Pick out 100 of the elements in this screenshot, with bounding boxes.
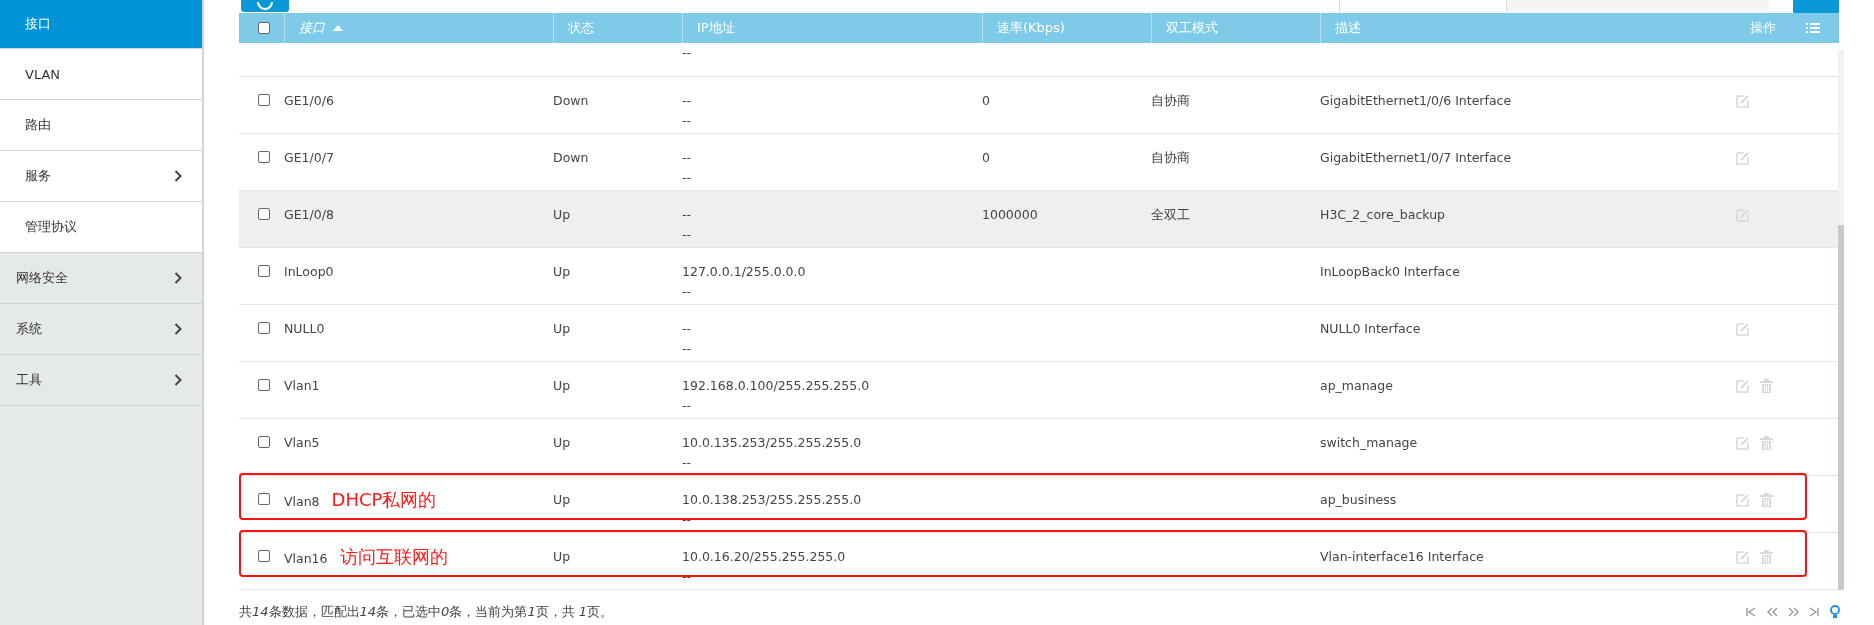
- ip-address: --: [682, 44, 693, 63]
- scrollbar[interactable]: [1838, 50, 1844, 590]
- table-row[interactable]: GE1/0/8 Up -- -- 1000000 全双工 H3C_2_core_backup: [239, 191, 1839, 249]
- last-page-icon[interactable]: [1809, 606, 1820, 617]
- sidebar-item[interactable]: VLAN: [0, 49, 202, 100]
- interface-name: Vlan16: [284, 550, 328, 569]
- edit-icon[interactable]: [1736, 379, 1750, 394]
- edit-icon[interactable]: [1736, 151, 1750, 166]
- status-text: Down: [553, 93, 589, 109]
- description-text: ap_business: [1320, 492, 1397, 508]
- table-row[interactable]: Vlan8 DHCP私网的 Up 10.0.138.253/255.255.255.0 -- ap_business: [239, 476, 1839, 534]
- ip-address: --: [682, 112, 693, 131]
- ip-address: --: [682, 149, 693, 168]
- ip-address: --: [682, 511, 693, 530]
- trash-icon[interactable]: [1760, 550, 1773, 565]
- edit-icon[interactable]: [1736, 436, 1750, 451]
- table-row[interactable]: InLoop0 Up 127.0.0.1/255.0.0.0 -- InLoopBack0 Interface: [239, 248, 1839, 306]
- ip-address: 10.0.135.253/255.255.255.0: [682, 434, 863, 453]
- chevron-right-icon: [174, 272, 182, 284]
- description-text: switch_manage: [1320, 435, 1418, 451]
- status-text: Up: [553, 207, 571, 223]
- status-text: Up: [553, 264, 571, 280]
- ip-address: --: [682, 320, 693, 339]
- trash-icon[interactable]: [1760, 379, 1773, 394]
- ip-address: --: [682, 340, 693, 359]
- speed-value: 0: [982, 150, 990, 166]
- row-checkbox[interactable]: [258, 550, 270, 563]
- duplex-mode: 全双工: [1151, 207, 1190, 223]
- table-row[interactable]: Vlan16 访问互联网的 Up 10.0.16.20/255.255.255.0 -- Vlan-interface16 Interface: [239, 533, 1839, 591]
- table-summary: 共14条数据，匹配出14条，已选中0条，当前为第1页，共 1页。: [239, 602, 614, 621]
- description-text: InLoopBack0 Interface: [1320, 264, 1460, 280]
- interface-name: Vlan5: [284, 434, 320, 453]
- status-text: Up: [553, 435, 571, 451]
- duplex-mode: 自协商: [1151, 150, 1190, 166]
- row-checkbox[interactable]: [258, 436, 270, 449]
- ip-address: --: [682, 169, 693, 188]
- ip-address: 10.0.138.253/255.255.255.0: [682, 491, 863, 510]
- previous-page-icon[interactable]: [1767, 606, 1778, 617]
- table-row[interactable]: NULL0 Up -- -- NULL0 Interface: [239, 305, 1839, 363]
- next-page-icon[interactable]: [1788, 606, 1799, 617]
- status-text: Down: [553, 150, 589, 166]
- trash-icon[interactable]: [1760, 436, 1773, 451]
- speed-value: 0: [982, 93, 990, 109]
- row-checkbox[interactable]: [258, 208, 270, 221]
- status-text: Up: [553, 492, 571, 508]
- select-all-checkbox[interactable]: [258, 22, 270, 35]
- table-row[interactable]: Vlan5 Up 10.0.135.253/255.255.255.0 -- switch_manage: [239, 419, 1839, 477]
- annotation-text: DHCP私网的: [331, 490, 437, 511]
- interface-name: InLoop0: [284, 263, 334, 282]
- edit-icon[interactable]: [1736, 493, 1750, 508]
- column-list-icon[interactable]: [1806, 22, 1820, 35]
- speed-value: 1000000: [982, 207, 1038, 223]
- interface-name: Vlan8: [284, 493, 320, 512]
- description-text: Vlan-interface16 Interface: [1320, 549, 1484, 565]
- ip-address: --: [682, 283, 693, 302]
- row-checkbox[interactable]: [258, 265, 270, 278]
- sidebar-item[interactable]: 服务: [0, 151, 202, 202]
- ip-address: 192.168.0.100/255.255.255.0: [682, 377, 871, 396]
- lightbulb-icon[interactable]: [1830, 604, 1840, 619]
- description-text: GigabitEthernet1/0/6 Interface: [1320, 93, 1512, 109]
- description-text: NULL0 Interface: [1320, 321, 1421, 337]
- ip-address: --: [682, 92, 693, 111]
- first-page-icon[interactable]: [1746, 606, 1757, 617]
- sort-ascending-icon[interactable]: [333, 25, 343, 32]
- interface-name: GE1/0/7: [284, 149, 334, 168]
- edit-icon[interactable]: [1736, 94, 1750, 109]
- description-text: ap_manage: [1320, 378, 1393, 394]
- row-checkbox[interactable]: [258, 493, 270, 506]
- status-text: Up: [553, 378, 571, 394]
- table-row[interactable]: Vlan1 Up 192.168.0.100/255.255.255.0 -- ap_manage: [239, 362, 1839, 420]
- ip-address: 127.0.0.1/255.0.0.0: [682, 263, 807, 282]
- ip-address: --: [682, 226, 693, 245]
- refresh-icon: [255, 0, 275, 12]
- description-text: GigabitEthernet1/0/7 Interface: [1320, 150, 1512, 166]
- chevron-right-icon: [174, 374, 182, 386]
- row-checkbox[interactable]: [258, 322, 270, 335]
- interface-name: GE1/0/8: [284, 206, 334, 225]
- edit-icon[interactable]: [1736, 322, 1750, 337]
- edit-icon[interactable]: [1736, 550, 1750, 565]
- ip-address: 10.0.16.20/255.255.255.0: [682, 548, 847, 567]
- chevron-right-icon: [174, 170, 182, 182]
- edit-icon[interactable]: [1736, 208, 1750, 223]
- duplex-mode: 自协商: [1151, 93, 1190, 109]
- row-checkbox[interactable]: [258, 151, 270, 164]
- ip-address: --: [682, 568, 693, 587]
- ip-address: --: [682, 397, 693, 416]
- interface-name: NULL0: [284, 320, 325, 339]
- interface-name: Vlan1: [284, 377, 320, 396]
- annotation-text: 访问互联网的: [339, 547, 448, 568]
- row-checkbox[interactable]: [258, 94, 270, 107]
- chevron-right-icon: [174, 323, 182, 335]
- trash-icon[interactable]: [1760, 493, 1773, 508]
- table-row[interactable]: GE1/0/6 Down -- -- 0 自协商 GigabitEthernet1/0/6 Interface: [239, 77, 1839, 135]
- row-checkbox[interactable]: [258, 379, 270, 392]
- interface-name: GE1/0/6: [284, 92, 334, 111]
- sidebar-item[interactable]: 管理协议: [0, 202, 202, 253]
- sidebar-item[interactable]: 路由: [0, 100, 202, 151]
- status-text: Up: [553, 321, 571, 337]
- description-text: H3C_2_core_backup: [1320, 207, 1446, 223]
- ip-address: --: [682, 454, 693, 473]
